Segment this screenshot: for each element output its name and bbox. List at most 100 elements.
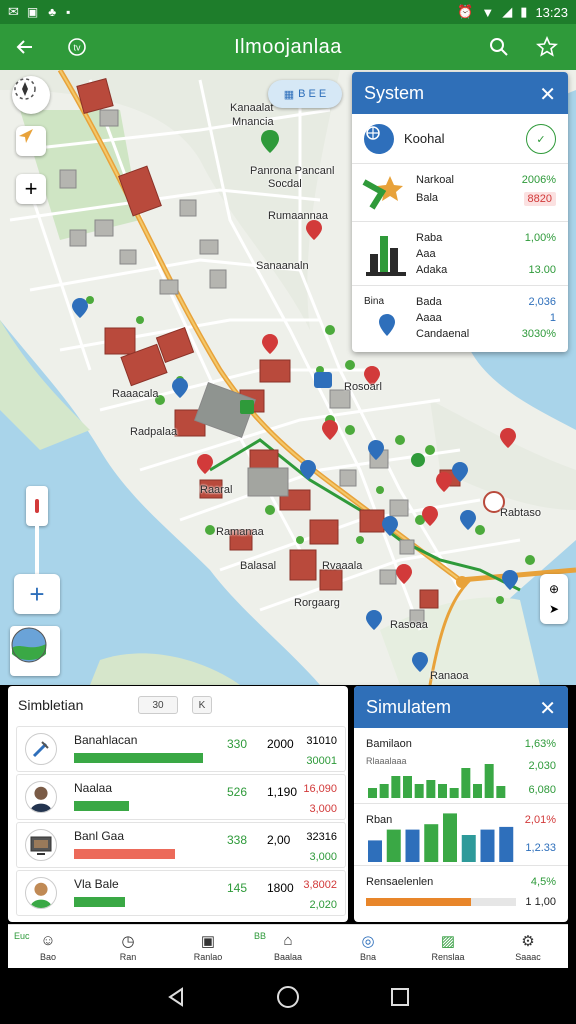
recents-square-icon[interactable] — [389, 986, 411, 1008]
zoom-in-button[interactable]: + — [16, 174, 46, 204]
compass-icon: ◎ — [361, 932, 375, 950]
tab-extra: BB — [254, 931, 267, 941]
person-avatar — [25, 781, 57, 813]
sim-section-2[interactable]: Rban 2,01% 1,2.33 — [354, 804, 568, 866]
system-row-3[interactable]: Bina Bada Aaaa Candaenal 2,036 1 3030% — [352, 286, 568, 350]
map-label: Balasal — [240, 560, 277, 572]
map-label: Raaacala — [112, 388, 159, 400]
person-avatar-2 — [25, 877, 57, 909]
row-name: Naalaa — [74, 781, 113, 795]
bar-chart-2 — [368, 813, 514, 862]
chart-bar — [484, 764, 494, 798]
target-icon[interactable]: ⊕ — [549, 582, 559, 596]
chart-bar — [391, 776, 401, 798]
system-panel: System ✕ Koohal ✓ Narkoal Bala 2006% 882… — [352, 72, 568, 352]
system-row-2[interactable]: Raba Aaa Adaka 1,00% 13.00 — [352, 222, 568, 286]
search-icon[interactable] — [484, 32, 514, 62]
navigation-icon[interactable]: ➤ — [549, 602, 559, 616]
terminal-icon: ▣ — [200, 932, 216, 950]
list-item[interactable]: Banl Gaa 338 2,00 32316 3,000 — [16, 822, 346, 868]
stars-icon — [362, 176, 403, 210]
tab-label: Baalaa — [273, 951, 303, 962]
row-value-1: 330 — [227, 737, 248, 751]
chart-bar — [405, 829, 420, 862]
tab-clock[interactable]: ◷ Ran — [88, 925, 168, 968]
map-label: Rorgaarg — [294, 597, 340, 609]
home-circle-icon[interactable] — [276, 985, 300, 1009]
system-nav-bar — [0, 970, 576, 1024]
bottom-tab-bar: ☺ Bao Euc ◷ Ran ▣ Ranlao ⌂ Baalaa BB ◎ Bna ▨ Renslaa ⚙… — [8, 924, 568, 968]
zoom-slider-handle[interactable] — [26, 486, 48, 526]
chart-bar — [449, 788, 459, 798]
photo-icon: ▣ — [26, 5, 39, 19]
edit-check-icon[interactable]: ✓ — [526, 124, 556, 154]
system-row-1[interactable]: Narkoal Bala 2006% 8820 — [352, 164, 568, 222]
star-icon[interactable] — [532, 32, 562, 62]
calendar-icon: ▦ — [283, 88, 295, 101]
map-side-controls[interactable]: ⊕ ➤ — [540, 574, 568, 624]
signal-icon: ◢ — [502, 4, 513, 19]
list-item[interactable]: Naalaa 526 1,190 16,090 3,000 — [16, 774, 346, 820]
chart-bar — [414, 784, 424, 798]
chart-bar — [403, 776, 412, 798]
map-label: Ranaoa — [430, 670, 469, 682]
sim-section-3[interactable]: Rensaelenlen 4,5% 1 1,00 — [354, 866, 568, 922]
chart-bar — [496, 786, 506, 798]
filter-chip[interactable]: 30 — [138, 696, 178, 714]
tab-settings[interactable]: ⚙ Saaac — [488, 925, 568, 968]
building-icon — [366, 236, 406, 276]
row-progress — [74, 897, 125, 907]
wifi-icon: ▼ — [481, 4, 495, 20]
row-value-2: 1,190 — [267, 785, 298, 799]
list-item[interactable]: Banahlacan 330 2000 31010 30001 — [16, 726, 346, 772]
map-label: Sanaanaln — [256, 260, 309, 272]
layer-thumbnail[interactable] — [10, 626, 60, 676]
tab-home[interactable]: ⌂ Baalaa BB — [248, 925, 328, 968]
tab-label: Bna — [359, 951, 376, 962]
simulation-list-title: Simbletian — [18, 697, 84, 713]
sim-section-1[interactable]: Bamilaon Rlaaalaaa 1,63% 2,030 6,080 — [354, 728, 568, 804]
note-icon: ▪ — [66, 5, 71, 19]
battery-icon: ▮ — [520, 4, 528, 19]
back-triangle-icon[interactable] — [165, 986, 187, 1008]
chart-bar — [473, 784, 482, 798]
row-value-1: 526 — [227, 785, 248, 799]
system-header-row[interactable]: Koohal ✓ — [352, 114, 568, 164]
tab-image[interactable]: ▨ Renslaa — [408, 925, 488, 968]
close-icon[interactable]: ✕ — [539, 696, 556, 721]
row-value-2: 2000 — [267, 737, 294, 751]
simulation-list-panel: Simbletian 30 K Banahlacan 330 2000 31010 30… — [8, 686, 348, 922]
simulation-chart-panel: Simulatem ✕ Bamilaon Rlaaalaaa 1,63% 2,0… — [354, 686, 568, 922]
chart-bar — [424, 824, 439, 862]
map-toolbar-chip[interactable]: ▦ B E E — [268, 80, 342, 108]
location-icon[interactable] — [16, 126, 46, 156]
map-view[interactable]: Kanaalat Mnancia Panrona Pancanl Socdal Ruma… — [0, 70, 576, 685]
close-icon[interactable]: ✕ — [539, 82, 556, 107]
chart-bar — [368, 840, 382, 862]
row-name: Banl Gaa — [74, 829, 125, 843]
chart-bar — [386, 829, 401, 862]
tab-avatar[interactable]: ☺ Bao Euc — [8, 925, 88, 968]
map-label: Raaral — [200, 484, 233, 496]
chart-bar — [443, 813, 457, 862]
satellite-icon — [25, 733, 57, 765]
map-label: Kanaalat — [230, 102, 274, 114]
list-item[interactable]: Vla Bale 145 1800 3,8002 2,020 — [16, 870, 346, 916]
status-bar: ✉ ▣ ♣ ▪ ⏰ ▼ ◢ ▮ 13:23 — [0, 0, 576, 24]
row-progress — [74, 753, 203, 763]
row-value-1: 145 — [227, 881, 248, 895]
map-pin-icon — [379, 314, 395, 336]
zoom-in-large-button[interactable]: + — [14, 574, 60, 614]
tab-compass[interactable]: ◎ Bna — [328, 925, 408, 968]
row-name: Vla Bale — [74, 877, 119, 891]
compass-icon[interactable] — [12, 76, 50, 114]
settings-icon: ⚙ — [521, 932, 535, 950]
tab-terminal[interactable]: ▣ Ranlao — [168, 925, 248, 968]
chart-bar — [426, 780, 436, 798]
map-label: Ramanaa — [216, 526, 264, 538]
chart-bar — [499, 826, 514, 862]
tv-icon — [25, 829, 57, 861]
sort-chip[interactable]: K — [192, 696, 212, 714]
row-value-2: 1800 — [267, 881, 294, 895]
zoom-slider-track[interactable] — [35, 526, 39, 574]
